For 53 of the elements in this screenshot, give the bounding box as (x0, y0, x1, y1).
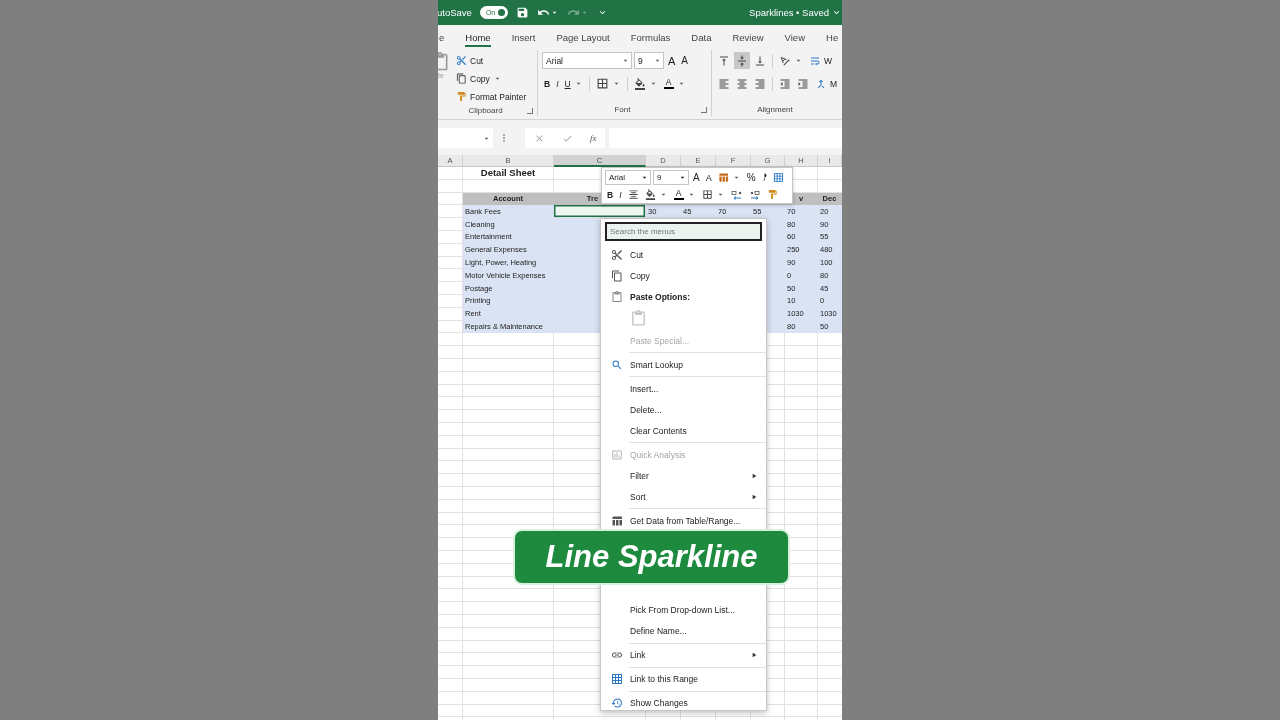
menu-item[interactable]: Get Data from Table/Range... (601, 510, 766, 531)
autosave-label: utoSave (438, 7, 472, 18)
menu-item[interactable]: Delete... (601, 399, 766, 420)
italic-button[interactable]: I (617, 187, 624, 202)
merge-button[interactable]: M (813, 75, 840, 92)
title-banner: Line Sparkline (513, 529, 790, 585)
grow-font-button[interactable]: A (666, 52, 678, 69)
ribbon-tab[interactable]: Formulas (630, 30, 671, 47)
menu-item[interactable]: Insert... (601, 378, 766, 399)
function-label[interactable]: fx (589, 133, 597, 143)
ribbon-tab[interactable]: Page Layout (556, 30, 610, 47)
ribbon-tab[interactable]: Data (691, 30, 712, 47)
ribbon-tab[interactable]: e (439, 30, 445, 47)
bold-button[interactable]: B (605, 187, 616, 202)
menu-item[interactable]: Clear Contents (601, 420, 766, 441)
font-size-select[interactable]: 9 (634, 52, 664, 69)
menu-heading: Paste Options: (630, 291, 690, 302)
bold-button[interactable]: B (542, 75, 553, 92)
menu-item[interactable]: Copy (601, 265, 766, 286)
ribbon-tab[interactable]: View (784, 30, 805, 47)
percent-button[interactable]: % (744, 170, 758, 185)
menu-item[interactable]: Pick From Drop-down List... (601, 599, 766, 621)
ribbon-tab[interactable]: Review (732, 30, 764, 47)
copy-button[interactable]: Copy (454, 70, 529, 87)
menu-item[interactable]: Smart Lookup (601, 354, 766, 375)
search-field[interactable]: Search the menus (605, 222, 762, 241)
italic-button[interactable]: I (554, 75, 561, 92)
underline-button[interactable]: U (562, 75, 585, 92)
cut-button[interactable]: Cut (454, 52, 529, 69)
font-name-select[interactable]: Arial (542, 52, 632, 69)
table-cell: Detail Sheet (480, 167, 536, 179)
ribbon-tab[interactable]: He (826, 30, 839, 47)
menu-item[interactable]: Show Changes (601, 692, 766, 714)
document-title: Sparklines • Saved (749, 7, 829, 18)
font-color-button[interactable]: A (661, 75, 688, 92)
grow-font-button[interactable]: A (691, 170, 702, 185)
menu-item[interactable]: Define Name... (601, 620, 766, 642)
group-title: Alignment (757, 105, 793, 114)
font-size-select[interactable]: 9 (653, 170, 689, 185)
font-color-button[interactable]: A (671, 187, 698, 202)
menu-item[interactable]: Filter (601, 465, 766, 486)
shrink-font-button[interactable]: A (679, 52, 690, 69)
ribbon-tab[interactable]: Insert (511, 30, 536, 47)
menu-item[interactable]: Cut (601, 244, 766, 265)
group-title: Font (614, 105, 631, 114)
group-title: Clipboard (468, 106, 503, 115)
format-painter-button[interactable]: Format Painter (454, 88, 529, 105)
menu-item[interactable]: Link (601, 644, 766, 666)
shrink-font-button[interactable]: A (703, 170, 714, 185)
wrap-text-button[interactable]: W (807, 52, 835, 69)
font-name-select[interactable]: Arial (605, 170, 651, 185)
menu-item[interactable]: Link to this Range (601, 668, 766, 690)
menu-item[interactable]: Sort (601, 486, 766, 507)
